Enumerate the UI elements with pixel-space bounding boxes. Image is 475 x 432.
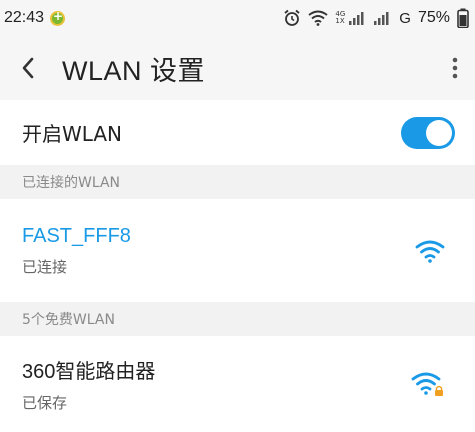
wlan-toggle-row[interactable]: 开启WLAN <box>0 100 475 165</box>
switch-knob <box>426 119 452 146</box>
app-notification-icon <box>50 9 66 26</box>
battery-percent: 75% <box>417 9 450 26</box>
signal-strength-icon-2 <box>374 12 389 25</box>
network-item-saved[interactable]: 360智能路由器 已保存 <box>0 336 475 432</box>
app-bar: WLAN 设置 <box>0 36 475 100</box>
more-options-button[interactable] <box>435 44 475 92</box>
alarm-icon <box>284 9 300 26</box>
wifi-status-icon <box>308 10 329 26</box>
signal-strength-icon <box>349 12 364 25</box>
wlan-toggle-label: 开启WLAN <box>22 122 123 146</box>
wifi-signal-icon <box>415 240 445 263</box>
status-bar: 22:43 4G 1X G <box>0 0 475 36</box>
network-name: FAST_FFF8 <box>22 224 131 247</box>
battery-icon <box>457 8 469 28</box>
network-status: 已保存 <box>22 394 68 412</box>
network-status: 已连接 <box>22 257 68 276</box>
status-time: 22:43 <box>4 9 45 26</box>
page-title: WLAN 设置 <box>62 55 206 86</box>
wlan-switch[interactable] <box>401 116 455 149</box>
carrier-type-label: G <box>399 9 411 27</box>
back-button[interactable] <box>4 44 52 92</box>
chevron-left-icon <box>22 57 34 79</box>
network-name: 360智能路由器 <box>22 361 156 383</box>
network-type-label: 4G 1X <box>335 10 346 25</box>
wifi-locked-icon <box>411 372 443 396</box>
more-vertical-icon <box>452 57 458 79</box>
section-header-connected: 已连接的WLAN <box>0 165 475 199</box>
network-item-connected[interactable]: FAST_FFF8 已连接 <box>0 199 475 302</box>
section-header-free: 5个免费WLAN <box>0 302 475 336</box>
